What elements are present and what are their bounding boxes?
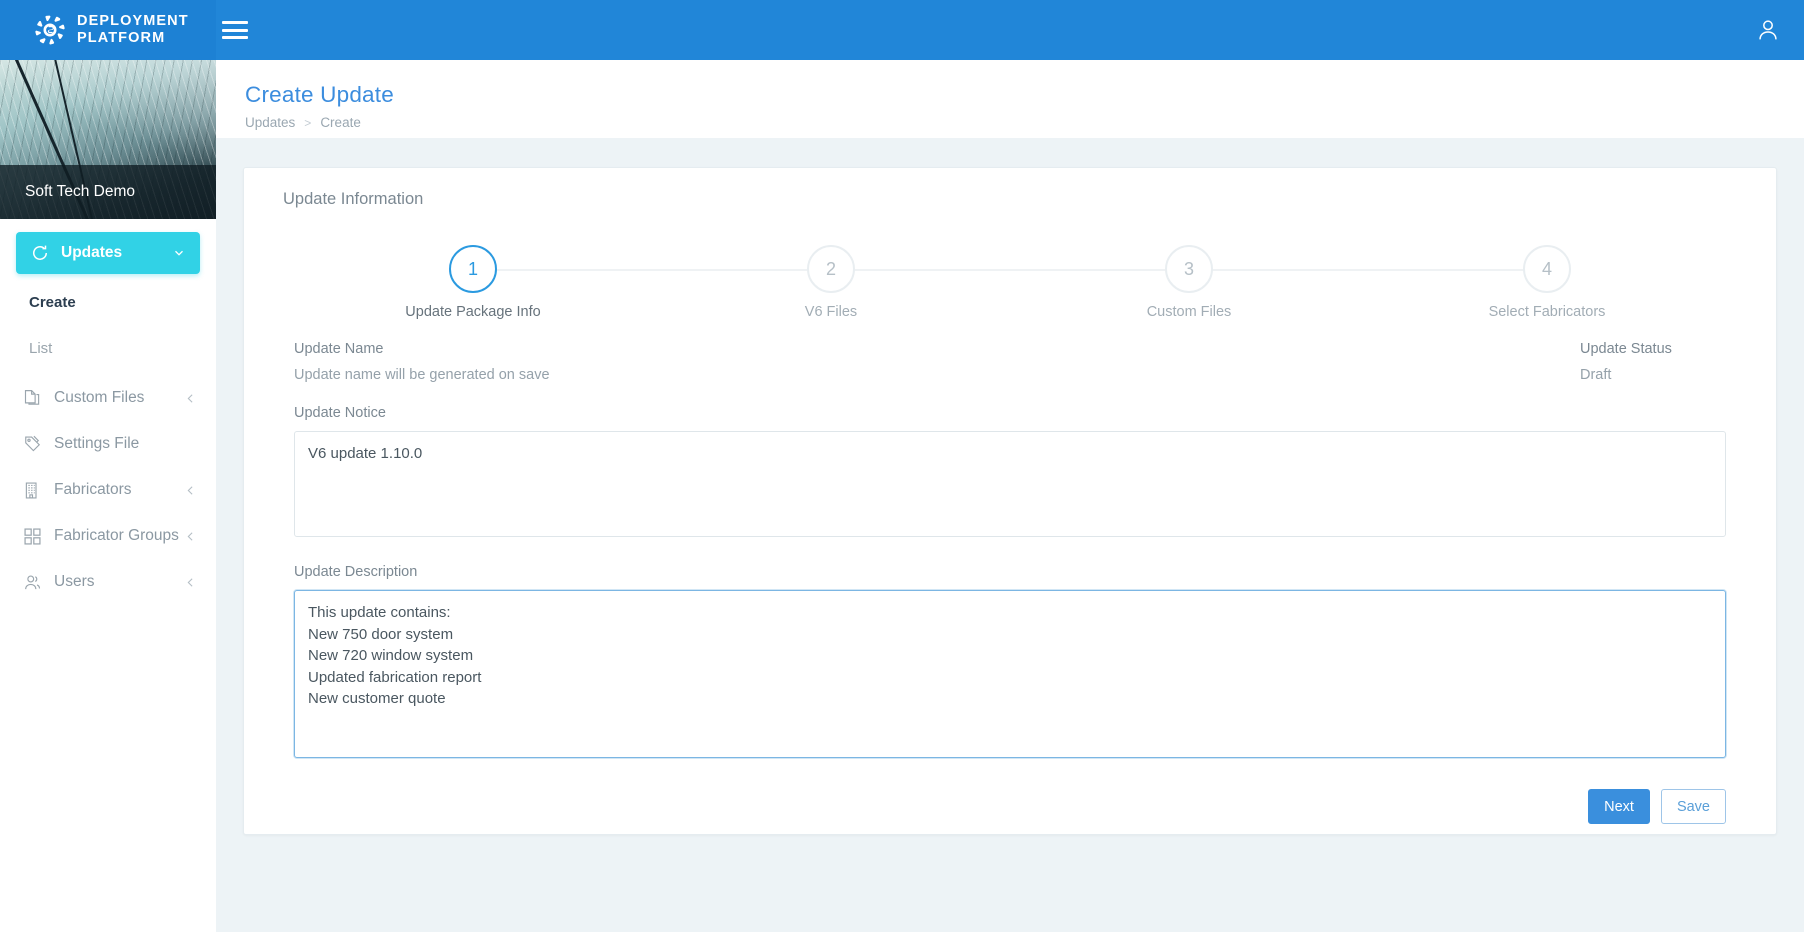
tenant-name: Soft Tech Demo (0, 165, 216, 219)
building-icon (25, 481, 37, 499)
breadcrumb-item-create[interactable]: Create (320, 115, 361, 130)
sidebar-item-fabricator-groups-label: Fabricator Groups (54, 527, 179, 544)
step-label: V6 Files (804, 304, 858, 320)
breadcrumb-item-updates[interactable]: Updates (245, 115, 295, 130)
main-content: Create Update Updates > Create Update In… (216, 60, 1804, 932)
sidebar-item-custom-files-label: Custom Files (54, 389, 145, 406)
sidebar-item-create-label: Create (29, 293, 76, 311)
update-description-input[interactable] (294, 590, 1726, 758)
update-information-card: Update Information 1 Update Package Info… (243, 167, 1777, 835)
sidebar-item-list-label: List (29, 339, 53, 357)
wizard-stepper: 1 Update Package Info 2 V6 Files 3 Custo… (294, 245, 1726, 320)
sidebar-item-fabricators-label: Fabricators (54, 481, 132, 498)
chevron-left-icon (187, 577, 193, 587)
sidebar-item-users-label: Users (54, 573, 95, 590)
brand-name: DEPLOYMENT PLATFORM (77, 13, 189, 46)
step-update-package-info[interactable]: 1 Update Package Info (294, 245, 831, 320)
chevron-left-icon (187, 393, 193, 403)
sidebar-item-list[interactable]: List (0, 329, 216, 367)
refresh-circle-icon (33, 245, 47, 260)
sidebar-item-users[interactable]: Users (0, 559, 216, 605)
page-header: Create Update Updates > Create (216, 60, 1804, 130)
sidebar: Soft Tech Demo Updates Create List Custo… (0, 60, 216, 932)
content-area: Update Information 1 Update Package Info… (216, 138, 1804, 932)
next-button[interactable]: Next (1588, 789, 1650, 824)
sidebar-item-updates-label: Updates (61, 244, 123, 261)
sidebar-item-fabricator-groups[interactable]: Fabricator Groups (0, 513, 216, 559)
brand-logo-area[interactable]: DEPLOYMENT PLATFORM (0, 0, 216, 60)
step-label: Select Fabricators (1488, 304, 1606, 320)
sidebar-item-fabricators[interactable]: Fabricators (0, 467, 216, 513)
update-description-label: Update Description (294, 564, 418, 580)
sidebar-item-settings-file[interactable]: Settings File (0, 421, 216, 467)
users-icon (25, 575, 41, 589)
chevron-left-icon (187, 485, 193, 495)
status-badge: Draft (1580, 367, 1612, 383)
step-v6-files[interactable]: 2 V6 Files (652, 245, 1189, 320)
top-bar: DEPLOYMENT PLATFORM (0, 0, 1804, 60)
shutter-logo-icon (35, 15, 65, 45)
tag-settings-icon (25, 435, 41, 451)
copy-files-icon (24, 389, 40, 405)
breadcrumb: Updates > Create (245, 115, 1804, 130)
update-name-label: Update Name (294, 341, 384, 357)
step-label: Update Package Info (405, 304, 541, 320)
card-title: Update Information (283, 190, 424, 208)
step-label: Custom Files (1146, 304, 1232, 320)
user-account-icon[interactable] (1754, 16, 1782, 44)
step-number-bubble[interactable]: 2 (807, 245, 855, 293)
step-number-bubble[interactable]: 4 (1523, 245, 1571, 293)
update-status-label: Update Status (1580, 341, 1672, 357)
page-title: Create Update (245, 82, 394, 107)
update-notice-input[interactable] (294, 431, 1726, 537)
save-button[interactable]: Save (1660, 789, 1726, 824)
sidebar-item-create[interactable]: Create (0, 283, 216, 321)
grid-squares-icon (24, 527, 41, 545)
sidebar-item-settings-file-label: Settings File (54, 435, 140, 452)
step-select-fabricators[interactable]: 4 Select Fabricators (1368, 245, 1726, 320)
step-number-bubble[interactable]: 1 (449, 245, 497, 293)
update-name-value: Update name will be generated on save (294, 367, 550, 383)
chevron-down-icon (175, 250, 183, 256)
sidebar-item-custom-files[interactable]: Custom Files (0, 375, 216, 421)
chevron-left-icon (187, 531, 193, 541)
update-notice-group: Update Notice (294, 405, 1726, 542)
name-status-row: Update Name Update name will be generate… (294, 341, 1726, 383)
form-actions: Next Save (294, 789, 1726, 824)
update-status-group: Update Status Draft (1576, 341, 1726, 383)
sidebar-item-updates[interactable]: Updates (16, 232, 200, 274)
hamburger-menu-icon[interactable] (222, 19, 248, 41)
update-name-group: Update Name Update name will be generate… (294, 341, 550, 383)
update-description-group: Update Description (294, 564, 1726, 763)
breadcrumb-separator-icon: > (304, 115, 312, 130)
step-number-bubble[interactable]: 3 (1165, 245, 1213, 293)
step-custom-files[interactable]: 3 Custom Files (1010, 245, 1547, 320)
update-notice-label: Update Notice (294, 405, 386, 421)
tenant-hero-banner: Soft Tech Demo (0, 60, 216, 219)
